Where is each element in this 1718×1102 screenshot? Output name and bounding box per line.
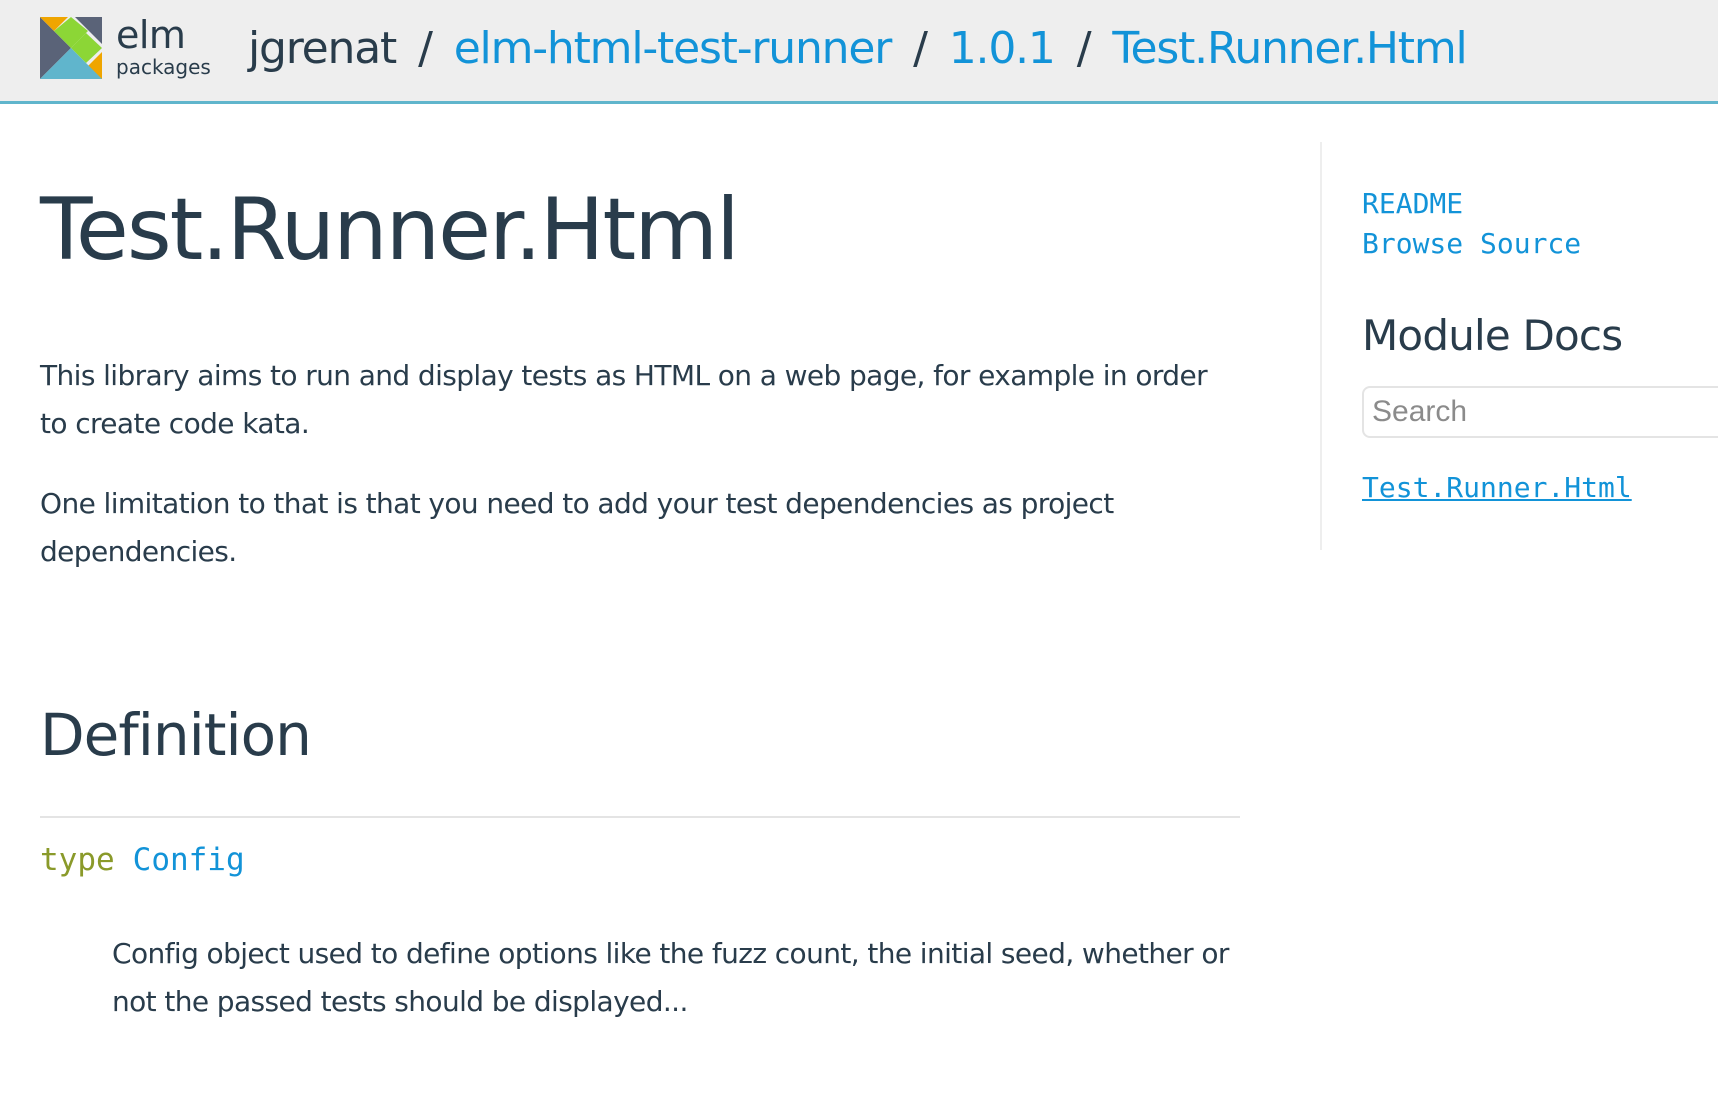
readme-link[interactable]: README — [1362, 184, 1581, 224]
type-name-link[interactable]: Config — [133, 842, 245, 878]
type-description: Config object used to define options lik… — [112, 937, 1229, 1018]
logo-subtitle: packages — [116, 55, 211, 79]
module-link-test-runner-html[interactable]: Test.Runner.Html — [1362, 468, 1632, 508]
sidebar: README Browse Source Module Docs Test.Ru… — [1320, 142, 1718, 550]
page-title: Test.Runner.Html — [40, 180, 740, 280]
limitation-paragraph: One limitation to that is that you need … — [40, 487, 1114, 568]
logo-text[interactable]: elm packages — [116, 16, 211, 78]
elm-logo-icon[interactable] — [40, 17, 102, 79]
logo-name: elm — [116, 13, 186, 57]
breadcrumb-module-link[interactable]: Test.Runner.Html — [1112, 23, 1467, 74]
type-keyword: type — [40, 842, 115, 878]
top-header: elm packages jgrenat / elm-html-test-run… — [0, 0, 1718, 104]
definition-heading: Definition — [40, 701, 312, 769]
breadcrumb-separator: / — [913, 22, 928, 74]
breadcrumb-separator: / — [418, 22, 433, 74]
module-search-input[interactable] — [1362, 386, 1718, 438]
section-divider — [40, 816, 1240, 818]
intro-paragraph: This library aims to run and display tes… — [40, 359, 1208, 440]
sidebar-links: README Browse Source — [1362, 184, 1581, 264]
breadcrumb: jgrenat / elm-html-test-runner / 1.0.1 /… — [248, 18, 1468, 78]
breadcrumb-user: jgrenat — [248, 22, 397, 74]
browse-source-link[interactable]: Browse Source — [1362, 224, 1581, 264]
module-docs-heading: Module Docs — [1362, 311, 1623, 360]
breadcrumb-separator: / — [1076, 22, 1092, 74]
breadcrumb-version-link[interactable]: 1.0.1 — [949, 23, 1056, 74]
breadcrumb-package-link[interactable]: elm-html-test-runner — [454, 23, 893, 74]
type-signature: type Config — [40, 838, 245, 882]
